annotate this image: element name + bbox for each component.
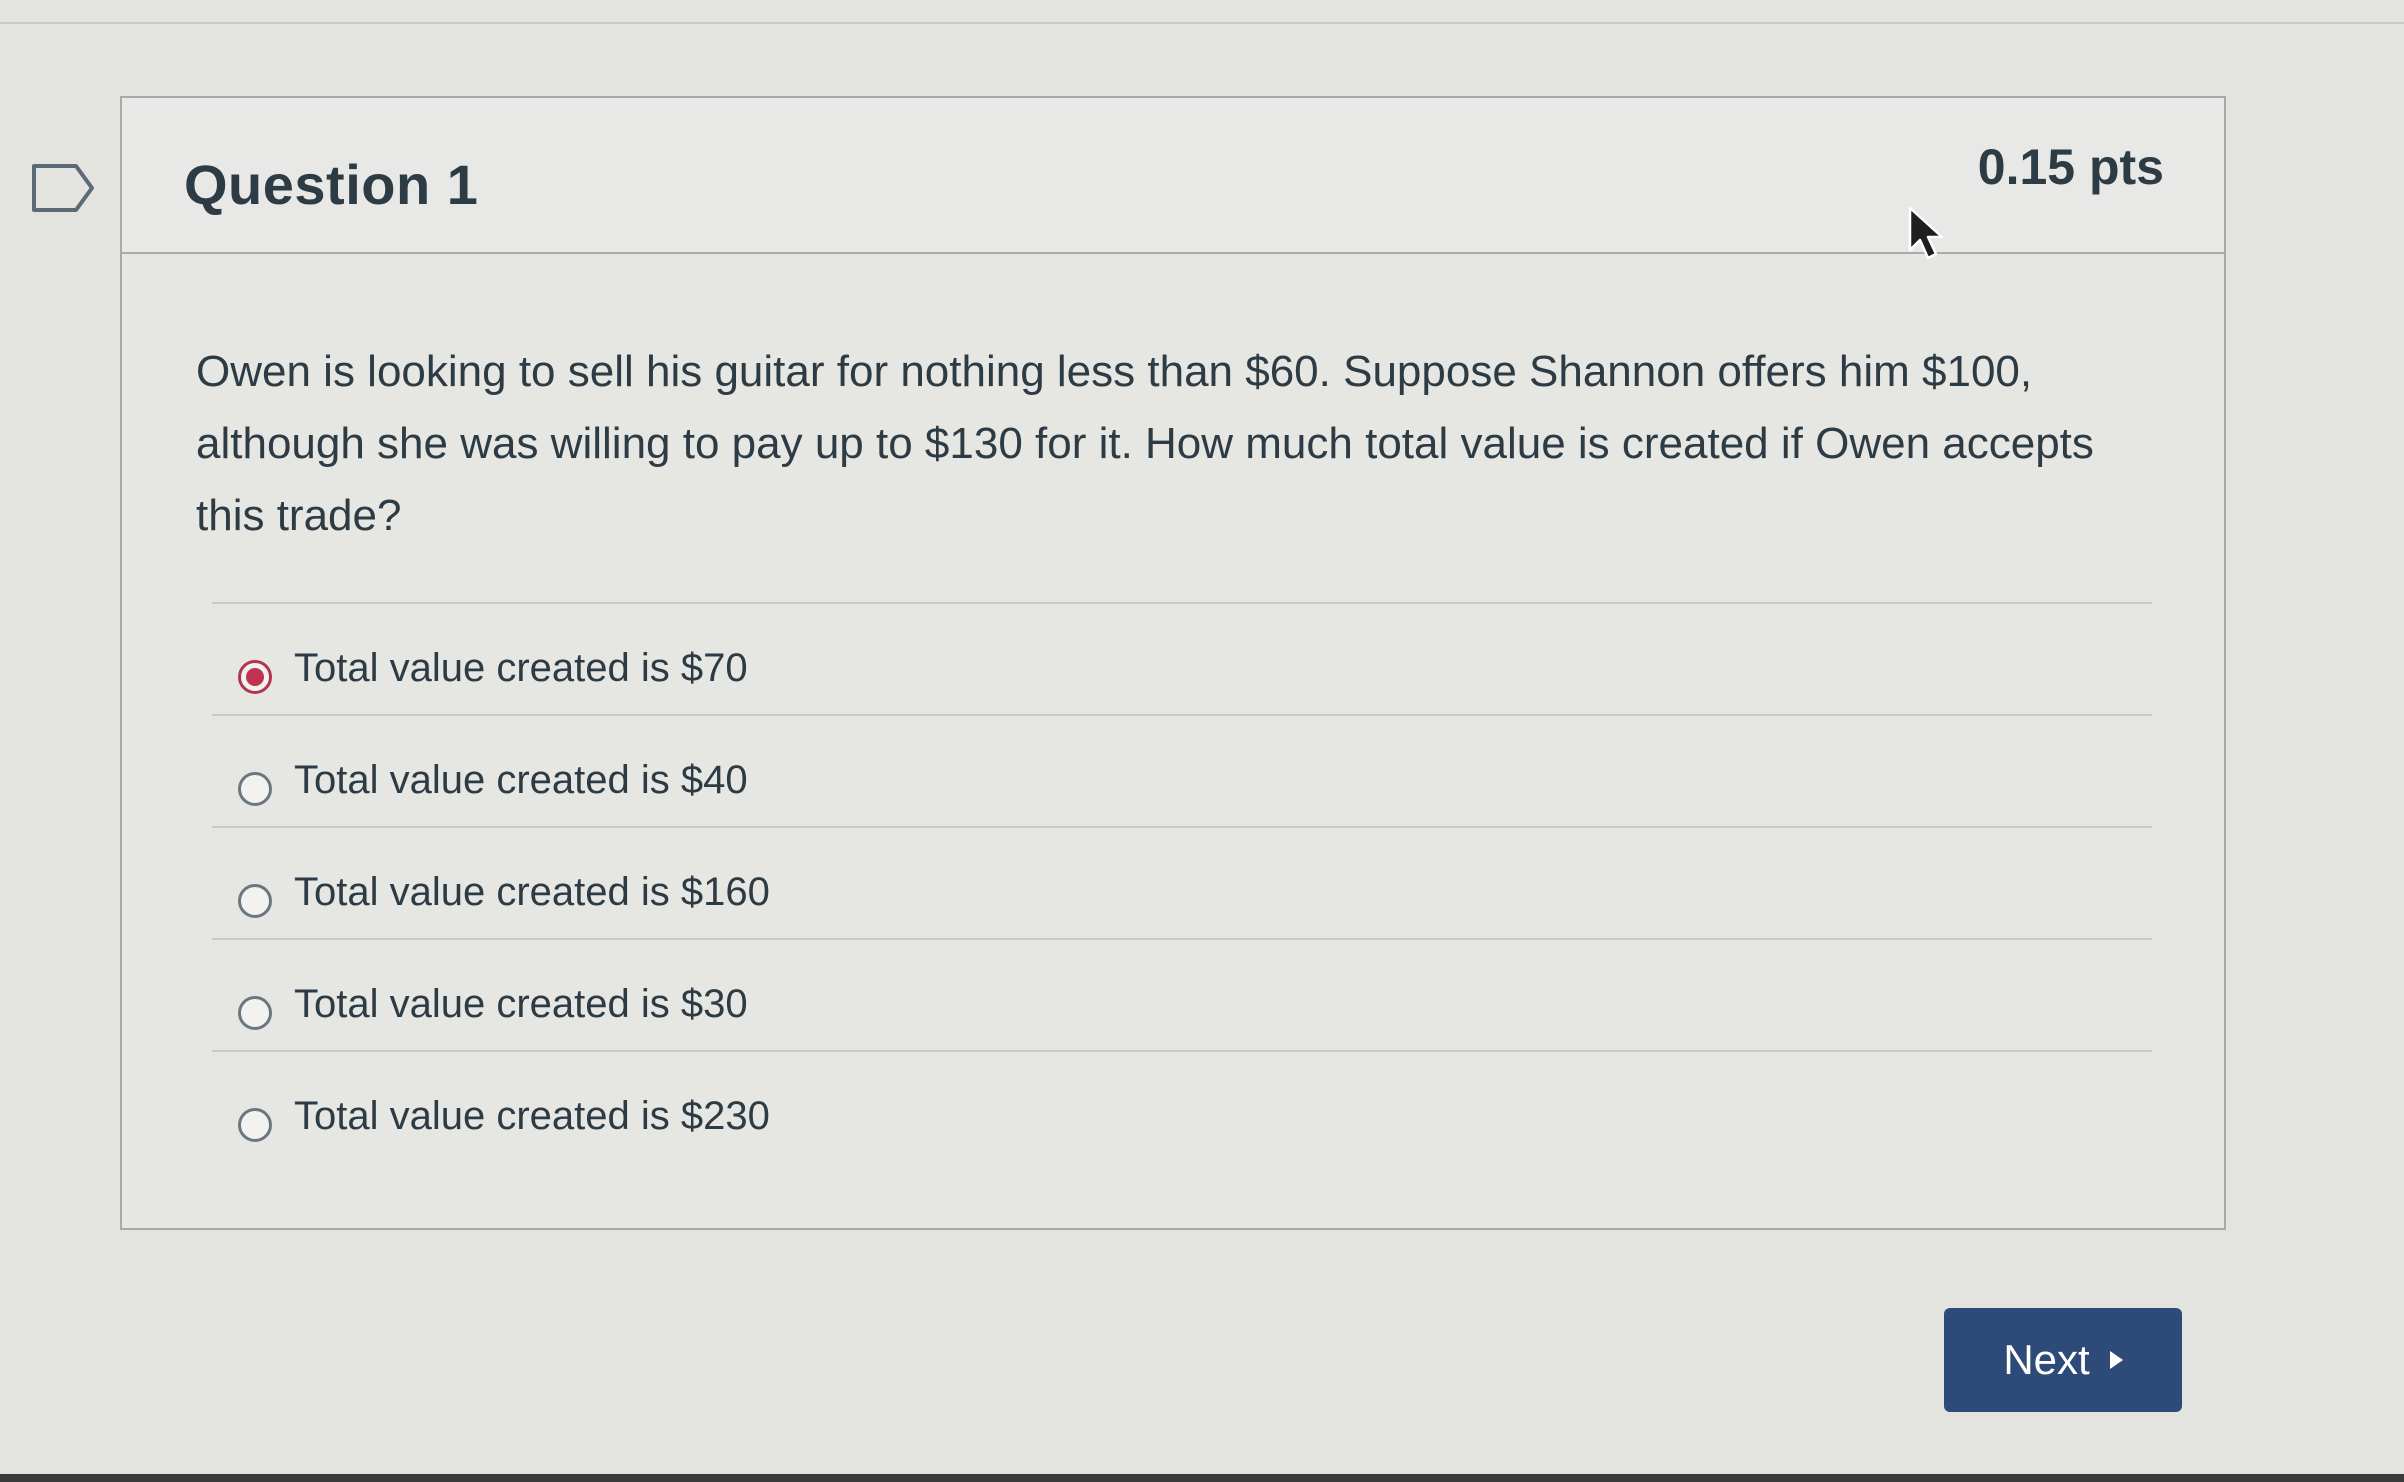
radio-button[interactable] bbox=[238, 884, 272, 918]
question-title: Question 1 bbox=[184, 153, 479, 216]
next-button-label: Next bbox=[2003, 1336, 2090, 1383]
answer-label: Total value created is $230 bbox=[294, 1094, 770, 1138]
question-text: Owen is looking to sell his guitar for n… bbox=[196, 347, 2094, 540]
flag-icon[interactable] bbox=[30, 162, 96, 214]
answer-option[interactable]: Total value created is $70 bbox=[212, 602, 2152, 714]
question-points: 0.15 pts bbox=[1977, 139, 2164, 195]
answer-label: Total value created is $30 bbox=[294, 982, 748, 1026]
caret-right-icon bbox=[2109, 1351, 2123, 1369]
radio-button[interactable] bbox=[238, 772, 272, 806]
question-card: Question 1 0.15 pts Owen is looking to s… bbox=[120, 96, 2226, 1230]
bottom-edge bbox=[0, 1474, 2404, 1482]
answer-option[interactable]: Total value created is $30 bbox=[212, 938, 2152, 1050]
next-button[interactable]: Next bbox=[1944, 1308, 2182, 1412]
answer-label: Total value created is $160 bbox=[294, 870, 770, 914]
answer-label: Total value created is $70 bbox=[294, 646, 748, 690]
answer-option[interactable]: Total value created is $160 bbox=[212, 826, 2152, 938]
top-divider bbox=[0, 22, 2404, 24]
radio-button[interactable] bbox=[238, 996, 272, 1030]
answer-option[interactable]: Total value created is $40 bbox=[212, 714, 2152, 826]
radio-button[interactable] bbox=[238, 1108, 272, 1142]
radio-button[interactable] bbox=[238, 660, 272, 694]
answer-list: Total value created is $70 Total value c… bbox=[212, 602, 2152, 1162]
answer-option[interactable]: Total value created is $230 bbox=[212, 1050, 2152, 1162]
answer-label: Total value created is $40 bbox=[294, 758, 748, 802]
cursor-icon bbox=[1908, 206, 1944, 260]
